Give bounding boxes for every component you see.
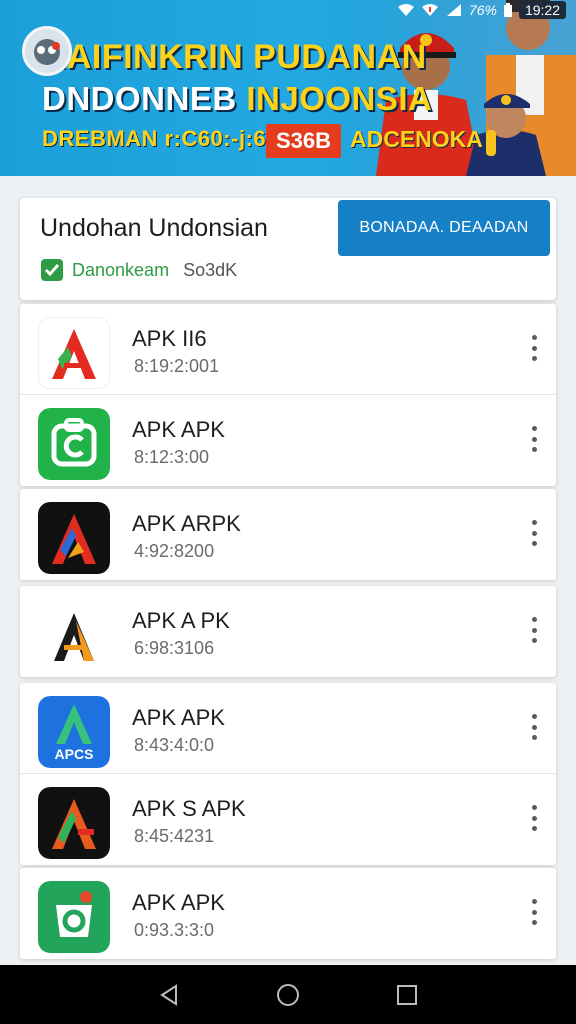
app-name: APK ARPK [132, 511, 241, 536]
page-title: Undohan Undonsian [40, 214, 268, 242]
apk-red-a-icon [38, 317, 110, 389]
app-list-group: APK ARPK 4:92:8200 [20, 489, 556, 580]
home-icon[interactable] [273, 980, 303, 1010]
app-header-card: Undohan Undonsian Danonkeam So3dK BONADA… [20, 198, 556, 300]
green-c-icon [38, 408, 110, 480]
list-item[interactable]: APK II6 8:19:2:001 [20, 304, 556, 395]
developer-name[interactable]: Danonkeam [72, 260, 169, 281]
app-name: APK A PK [132, 608, 230, 633]
banner-subheadline-b: INJOONSIA [246, 80, 433, 117]
signal-icon [446, 4, 461, 16]
back-icon[interactable] [154, 980, 184, 1010]
green-o-icon [38, 881, 110, 953]
developer-line: Danonkeam So3dK [40, 258, 237, 282]
recents-icon[interactable] [392, 980, 422, 1010]
app-list-group: APK A PK 6:98:3106 [20, 586, 556, 677]
more-options-icon[interactable] [528, 520, 540, 546]
verified-shield-icon [41, 259, 63, 281]
banner-logo-icon [22, 26, 72, 76]
battery-level: 76% [468, 2, 497, 18]
app-list-group: APCS APK APK 8:43:4:0:0 APK S APK 8:45:4… [20, 683, 556, 865]
app-list-group: APK APK 0:93.3:3:0 [20, 868, 556, 959]
app-meta: 0:93.3:3:0 [134, 920, 215, 940]
app-name: APK APK [132, 705, 225, 730]
more-options-icon[interactable] [528, 714, 540, 740]
more-options-icon[interactable] [528, 899, 540, 925]
app-meta: 6:98:3106 [134, 638, 215, 658]
status-bar: 76% 19:22 [397, 0, 566, 20]
app-meta: 4:92:8200 [134, 541, 215, 561]
dark-a-icon [38, 502, 110, 574]
wifi-alert-icon [421, 4, 438, 16]
app-meta: 8:12:3:00 [134, 447, 210, 467]
status-time: 19:22 [518, 1, 566, 19]
banner-headline: MAIFINKRIN PUDANAN [38, 38, 427, 76]
svg-text:APCS: APCS [55, 746, 94, 762]
banner-tagline: DREBMAN r:C60:-j:6 [42, 126, 267, 151]
more-options-icon[interactable] [528, 617, 540, 643]
list-item[interactable]: APK APK 8:12:3:00 [20, 395, 556, 486]
list-item[interactable]: APCS APK APK 8:43:4:0:0 [20, 683, 556, 774]
system-nav-bar [0, 965, 576, 1024]
promo-banner[interactable]: 76% 19:22 MAIFINKRIN PUDANAN DNDONNEB IN… [0, 0, 576, 176]
app-list-group: APK II6 8:19:2:001 APK APK 8:12:3:00 [20, 304, 556, 486]
orange-a-icon [38, 599, 110, 671]
dark-a-green-icon [38, 787, 110, 859]
app-meta: 8:43:4:0:0 [134, 735, 215, 755]
more-options-icon[interactable] [528, 805, 540, 831]
more-options-icon[interactable] [528, 426, 540, 452]
banner-subheadline: DNDONNEB INJOONSIA [42, 80, 432, 118]
list-item[interactable]: APK APK 0:93.3:3:0 [20, 868, 556, 959]
developer-sub: So3dK [183, 259, 238, 280]
list-item[interactable]: APK S APK 8:45:4231 [20, 774, 556, 865]
banner-badge: S36B [266, 124, 342, 158]
app-name: APK APK [132, 417, 225, 442]
blue-apcs-icon: APCS [38, 696, 110, 768]
app-name: APK APK [132, 890, 225, 915]
app-meta: 8:45:4231 [134, 826, 215, 846]
app-meta: 8:19:2:001 [134, 356, 220, 376]
battery-icon [503, 3, 512, 17]
list-item[interactable]: APK A PK 6:98:3106 [20, 586, 556, 677]
banner-subheadline-a: DNDONNEB [42, 80, 237, 117]
list-item[interactable]: APK ARPK 4:92:8200 [20, 489, 556, 580]
banner-tagline-right: ADCENOKA [350, 126, 483, 152]
app-name: APK II6 [132, 326, 207, 351]
wifi-icon [397, 4, 414, 16]
download-button[interactable]: BONADAA. DEAADAN [338, 200, 550, 256]
app-name: APK S APK [132, 796, 246, 821]
more-options-icon[interactable] [528, 335, 540, 361]
